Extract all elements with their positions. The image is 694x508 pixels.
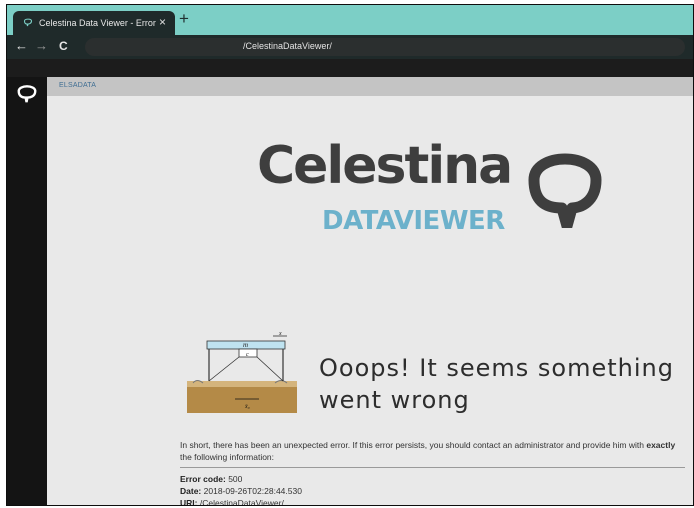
reload-button[interactable]: C — [59, 39, 68, 53]
forward-button[interactable]: → — [35, 38, 48, 53]
error-page: Celestina DATAVIEWER m c x x̄₀ Ooops! It… — [47, 96, 693, 505]
error-intro-end: the following information: — [180, 452, 275, 462]
divider — [180, 467, 685, 468]
error-date-value: 2018-09-26T02:28:44.530 — [203, 486, 302, 496]
logo-wordmark: Celestina — [257, 136, 513, 196]
brand-link[interactable]: ELSADATA — [59, 82, 96, 89]
speech-bubble-logo-icon — [528, 153, 602, 228]
browser-tab[interactable]: Celestina Data Viewer - Error × — [13, 11, 175, 35]
error-details: Error code: 500 Date: 2018-09-26T02:28:4… — [180, 473, 302, 506]
c-label: c — [246, 352, 249, 358]
address-url: /CelestinaDataViewer/ — [243, 41, 332, 51]
back-button[interactable]: ← — [15, 38, 28, 53]
error-illustration: m c x x̄₀ — [187, 331, 297, 413]
celestina-logo-icon[interactable] — [16, 82, 38, 104]
x-label: x — [278, 331, 282, 337]
error-uri-value: /CelestinaDataViewer/ — [199, 498, 284, 506]
error-headline: Ooops! It seems something went wrong — [319, 354, 674, 414]
browser-toolbar: ← → C /CelestinaDataViewer/ — [7, 35, 693, 59]
tab-strip: Celestina Data Viewer - Error × + — [7, 5, 693, 35]
error-code-label: Error code: — [180, 474, 226, 484]
new-tab-button[interactable]: + — [179, 9, 189, 29]
address-bar[interactable]: /CelestinaDataViewer/ — [85, 38, 685, 56]
logo-subtitle: DATAVIEWER — [322, 206, 505, 236]
error-date-label: Date: — [180, 486, 202, 496]
tab-title: Celestina Data Viewer - Error — [39, 18, 156, 28]
error-intro-bold: exactly — [646, 440, 676, 450]
tab-close-icon[interactable]: × — [159, 15, 166, 29]
x0-label: x̄₀ — [244, 404, 250, 410]
mass-label: m — [243, 341, 248, 349]
browser-window: Celestina Data Viewer - Error × + ← → C … — [6, 4, 694, 506]
error-intro: In short, there has been an unexpected e… — [180, 440, 644, 450]
bookmarks-bar — [7, 59, 693, 77]
app-sidebar — [7, 77, 47, 505]
error-code-value: 500 — [228, 474, 243, 484]
error-code-row: Error code: 500 — [180, 473, 302, 485]
error-date-row: Date: 2018-09-26T02:28:44.530 — [180, 485, 302, 497]
error-uri-row: URI: /CelestinaDataViewer/ — [180, 497, 302, 506]
app-header: ELSADATA — [47, 77, 693, 96]
error-description: In short, there has been an unexpected e… — [180, 439, 685, 463]
celestina-favicon-icon — [23, 18, 33, 27]
error-uri-label: URI: — [180, 498, 198, 506]
